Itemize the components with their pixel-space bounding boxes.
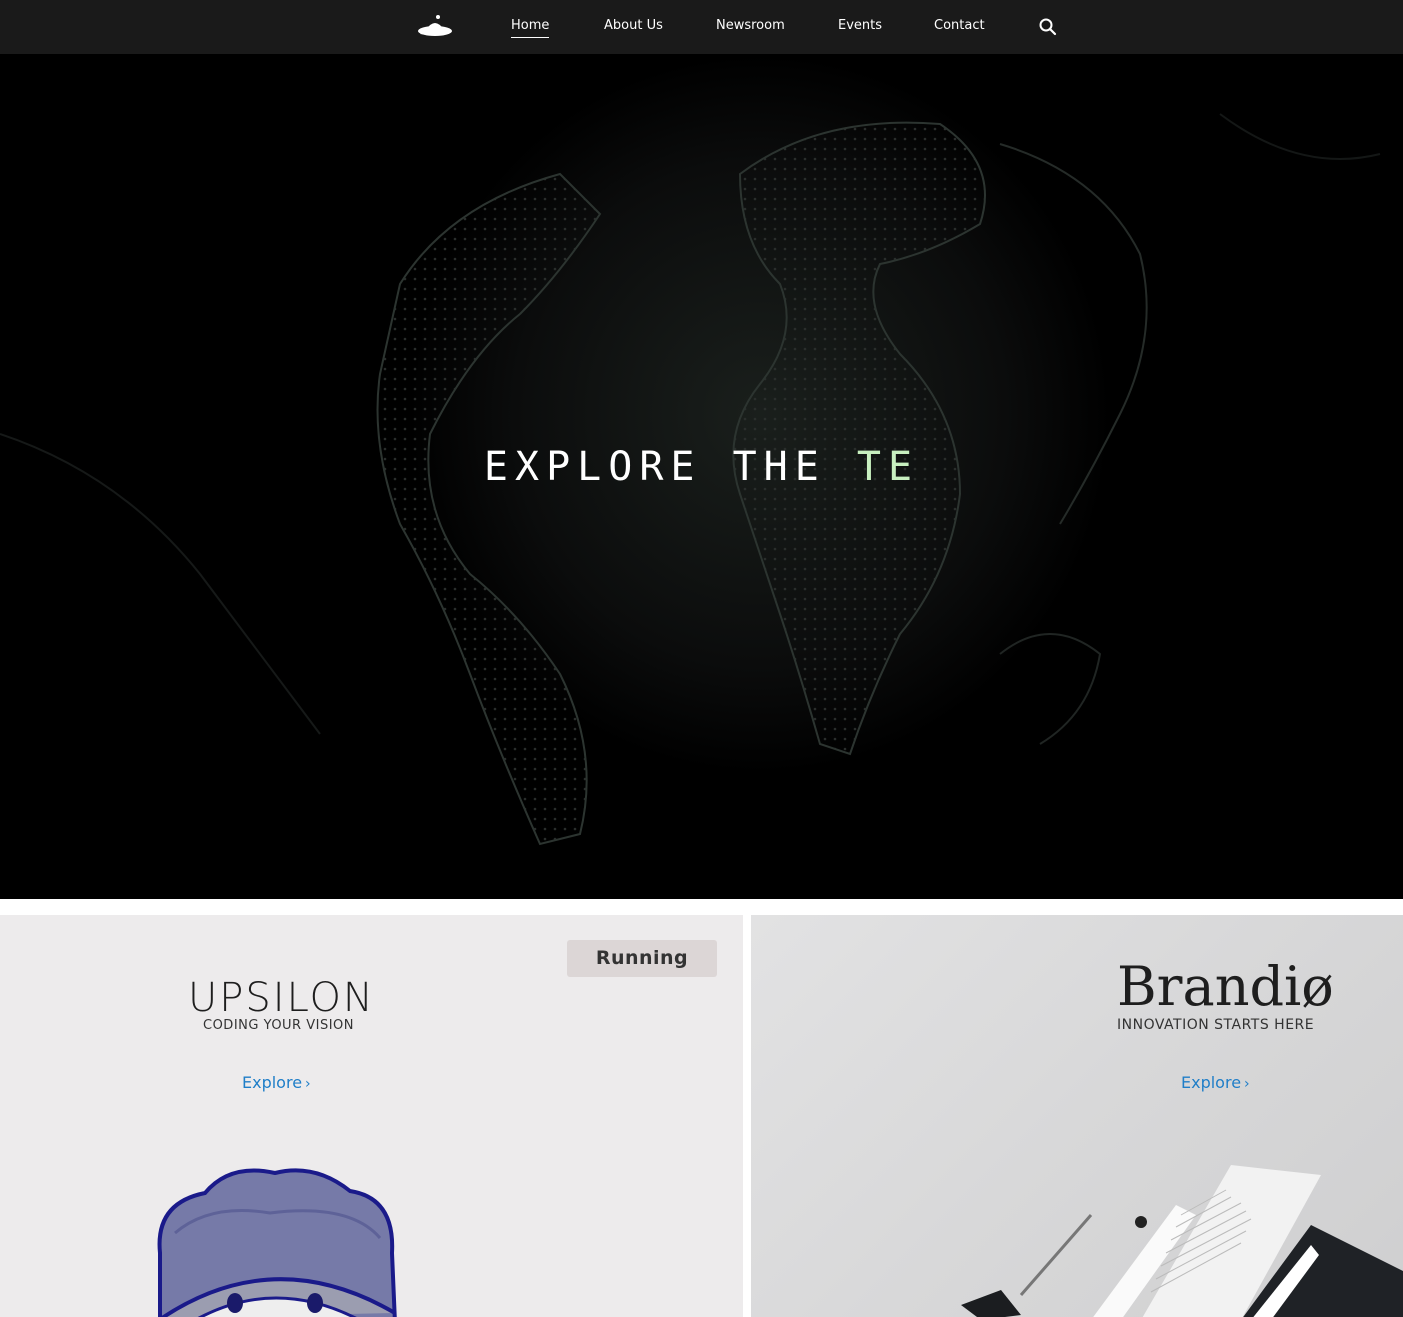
hero-section: EXPLORE THE TE — [0, 54, 1403, 899]
upsilon-explore-link[interactable]: Explore › — [242, 1073, 311, 1092]
upsilon-tagline: CODING YOUR VISION — [203, 1018, 354, 1033]
ufo-logo-icon[interactable] — [416, 12, 454, 40]
nav-events[interactable]: Events — [838, 18, 882, 37]
nav-newsroom[interactable]: Newsroom — [716, 18, 785, 37]
nav-about-us[interactable]: About Us — [604, 18, 663, 37]
brandio-explore-link[interactable]: Explore › — [1181, 1073, 1250, 1092]
stationery-mockup-image — [961, 1165, 1403, 1317]
upsilon-brand-title: UPSILON — [188, 975, 375, 1021]
upsilon-explore-label: Explore — [242, 1073, 303, 1092]
mascot-illustration — [157, 1168, 397, 1317]
nav-home[interactable]: Home — [511, 18, 550, 38]
brandio-card: Brandiø INNOVATION STARTS HERE Explore › — [751, 915, 1403, 1317]
top-navigation: Home About Us Newsroom Events Contact — [0, 0, 1403, 54]
chevron-right-icon: › — [1244, 1076, 1250, 1092]
brandio-explore-label: Explore — [1181, 1073, 1242, 1092]
status-badge: Running — [567, 940, 717, 977]
hero-headline-main: EXPLORE THE — [483, 444, 857, 490]
brandio-brand-title: Brandiø — [1117, 955, 1334, 1018]
nav-contact[interactable]: Contact — [934, 18, 985, 37]
search-icon[interactable] — [1038, 17, 1058, 37]
brandio-tagline: INNOVATION STARTS HERE — [1117, 1017, 1315, 1033]
hero-headline: EXPLORE THE TE — [0, 444, 1403, 490]
upsilon-card: Running UPSILON CODING YOUR VISION Explo… — [0, 915, 743, 1317]
chevron-right-icon: › — [305, 1076, 311, 1092]
hero-headline-accent: TE — [856, 444, 920, 490]
